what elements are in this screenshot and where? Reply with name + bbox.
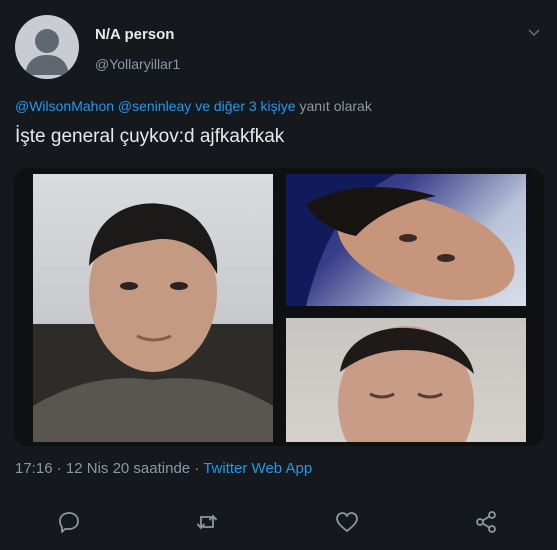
mention-link[interactable]: @WilsonMahon bbox=[15, 98, 114, 114]
portrait-illustration bbox=[33, 203, 273, 442]
tweet-menu-button[interactable] bbox=[526, 24, 542, 45]
share-icon bbox=[476, 511, 496, 533]
portrait-illustration bbox=[286, 174, 515, 306]
default-avatar-icon bbox=[25, 29, 69, 75]
others-link[interactable]: ve diğer 3 kişiye bbox=[195, 98, 295, 114]
like-button[interactable] bbox=[333, 508, 361, 536]
reply-suffix: yanıt olarak bbox=[299, 98, 372, 114]
tweet-meta: 17:16 · 12 Nis 20 saatinde · Twitter Web… bbox=[15, 460, 312, 477]
portrait-illustration bbox=[338, 326, 474, 442]
tweet-time[interactable]: 17:16 bbox=[15, 460, 53, 477]
heart-icon bbox=[336, 512, 358, 532]
action-bar bbox=[0, 500, 557, 546]
comment-icon bbox=[59, 512, 79, 533]
tweet-date[interactable]: 12 Nis 20 saatinde bbox=[66, 460, 190, 477]
meta-separator: · bbox=[56, 460, 62, 477]
chevron-down-icon bbox=[528, 29, 540, 37]
photo-2[interactable] bbox=[286, 174, 526, 306]
avatar[interactable] bbox=[15, 15, 79, 79]
reply-button[interactable] bbox=[55, 508, 83, 536]
photo-1[interactable] bbox=[33, 174, 273, 442]
reply-context: @WilsonMahon @seninleay ve diğer 3 kişiy… bbox=[15, 98, 372, 114]
photo-3[interactable] bbox=[286, 318, 526, 442]
share-button[interactable] bbox=[472, 508, 500, 536]
mention-link[interactable]: @seninleay bbox=[118, 98, 191, 114]
media-grid bbox=[14, 168, 544, 446]
retweet-icon bbox=[196, 514, 218, 530]
author-display-name[interactable]: N/A person bbox=[95, 26, 174, 43]
retweet-button[interactable] bbox=[193, 508, 221, 536]
tweet-source-link[interactable]: Twitter Web App bbox=[203, 460, 312, 477]
author-handle[interactable]: @Yollaryillar1 bbox=[95, 56, 180, 72]
meta-separator: · bbox=[194, 460, 200, 477]
tweet-text: İşte general çuykov:d ajfkakfkak bbox=[15, 126, 285, 147]
